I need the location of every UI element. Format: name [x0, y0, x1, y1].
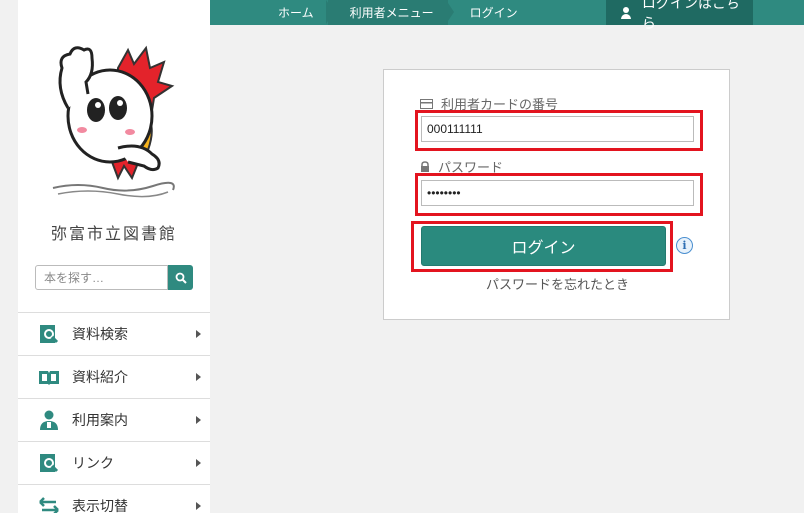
chevron-right-icon [196, 459, 201, 467]
person-guide-icon [38, 409, 60, 431]
sidebar-item-material-search[interactable]: 資料検索 [18, 313, 210, 356]
chevron-right-icon [196, 373, 201, 381]
sidebar-item-label: 表示切替 [72, 499, 128, 513]
sidebar-item-material-intro[interactable]: 資料紹介 [18, 356, 210, 399]
breadcrumb-user-menu-label: 利用者メニュー [349, 6, 434, 20]
sidebar-item-label: 利用案内 [72, 413, 128, 429]
library-name: 弥富市立図書館 [50, 224, 177, 243]
chevron-right-icon [196, 502, 201, 510]
book-search-icon [38, 323, 60, 345]
info-icon[interactable]: i [676, 237, 693, 254]
sidebar-item-usage-guide[interactable]: 利用案内 [18, 399, 210, 442]
search-icon [175, 272, 187, 284]
login-button[interactable]: ログイン [421, 226, 666, 266]
breadcrumb-home-label: ホーム [278, 6, 314, 20]
user-icon [620, 6, 632, 19]
lock-icon [420, 160, 430, 173]
breadcrumb: ホーム 利用者メニュー ログイン [210, 0, 532, 25]
sidebar-item-links[interactable]: リンク [18, 442, 210, 485]
sidebar-menu: 資料検索 資料紹介 利用案内 リンク 表示切替 [18, 312, 210, 513]
search-button[interactable] [168, 265, 193, 290]
password-field[interactable] [421, 180, 694, 206]
book-search-input[interactable] [35, 265, 168, 290]
sidebar-item-label: 資料紹介 [72, 370, 128, 386]
card-number-field[interactable] [421, 116, 694, 142]
forgot-password-link[interactable]: パスワードを忘れたとき [384, 274, 731, 293]
open-book-icon [38, 366, 60, 388]
breadcrumb-user-menu[interactable]: 利用者メニュー [327, 0, 454, 25]
login-here-link[interactable]: ログインはこちら [606, 0, 753, 32]
chevron-right-icon [196, 416, 201, 424]
breadcrumb-home[interactable]: ホーム [210, 0, 334, 25]
login-panel: 利用者カードの番号 パスワード ログイン i パスワードを忘れたとき [383, 69, 730, 320]
login-here-label: ログインはこちら [641, 0, 740, 32]
top-navigation-bar: ホーム 利用者メニュー ログイン ログインはこちら [210, 0, 804, 32]
switch-arrows-icon [38, 495, 60, 513]
chevron-right-icon [196, 330, 201, 338]
card-icon [420, 98, 433, 109]
breadcrumb-current-label: ログイン [469, 6, 518, 20]
sidebar-search [35, 265, 193, 290]
breadcrumb-current: ログイン [448, 0, 532, 25]
sidebar-item-display-switch[interactable]: 表示切替 [18, 485, 210, 513]
sidebar: 弥富市立図書館 資料検索 資料紹介 [18, 0, 210, 513]
sidebar-item-label: 資料検索 [72, 327, 128, 343]
sidebar-item-label: リンク [72, 456, 114, 472]
mascot-logo[interactable] [48, 38, 178, 203]
link-search-icon [38, 452, 60, 474]
